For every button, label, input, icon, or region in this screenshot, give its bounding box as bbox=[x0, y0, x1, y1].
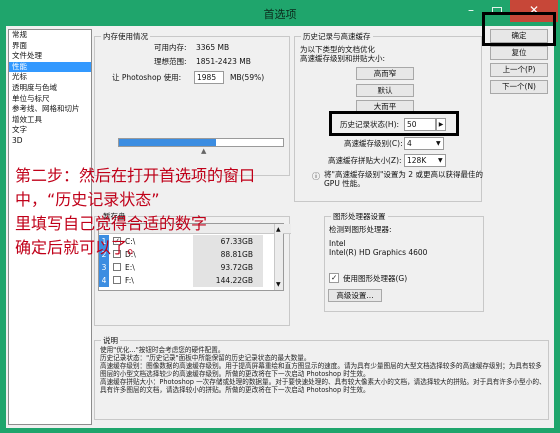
instruction-line-4: 确定后就可以了。 bbox=[15, 238, 144, 257]
row-number: 4 bbox=[99, 274, 109, 287]
available-memory-label: 可用内存: bbox=[154, 43, 187, 52]
history-cache-legend: 历史记录与高速缓存 bbox=[301, 32, 373, 41]
memory-slider[interactable] bbox=[118, 138, 284, 147]
instruction-line-2: 中，“历史记录状态” bbox=[15, 190, 160, 209]
description-legend: 说明 bbox=[101, 336, 120, 345]
ok-button[interactable]: 确定 bbox=[490, 29, 548, 43]
category-item-file-handling[interactable]: 文件处理 bbox=[9, 51, 91, 62]
history-states-highlight bbox=[329, 111, 459, 136]
memory-usage-unit: MB(59%) bbox=[230, 73, 265, 82]
scratch-table-scrollbar[interactable]: ▲ ▼ bbox=[274, 224, 283, 290]
row-number: 3 bbox=[99, 261, 109, 274]
ideal-range-value: 1851-2423 MB bbox=[196, 57, 251, 66]
scroll-down-icon[interactable]: ▼ bbox=[276, 280, 281, 289]
slider-thumb-icon[interactable]: ▲ bbox=[201, 147, 206, 155]
description-text: 使用"优化..."按钮时会考虑您的硬件配置。 历史记录状态："历史记录"面板中所… bbox=[100, 346, 546, 394]
category-item-units[interactable]: 单位与标尺 bbox=[9, 94, 91, 105]
advanced-settings-button[interactable]: 高级设置... bbox=[328, 289, 382, 302]
instruction-line-1: 第二步：然后在打开首选项的窗口 bbox=[15, 166, 256, 185]
memory-slider-fill bbox=[119, 139, 216, 146]
minimize-button[interactable]: – bbox=[458, 0, 484, 22]
drive-name: F:\ bbox=[125, 276, 134, 285]
optimize-line-1: 为以下类型的文档优化 bbox=[300, 45, 375, 54]
minimize-icon: – bbox=[468, 3, 474, 17]
gpu-note-line-1: 将"高速缓存级别"设置为 2 或更高以获得最佳的 bbox=[324, 170, 483, 179]
table-row[interactable]: 4 F:\ 144.22GB bbox=[99, 274, 291, 287]
memory-usage-input[interactable]: 1985 bbox=[194, 71, 224, 84]
gpu-vendor: Intel bbox=[329, 239, 346, 248]
scratch-disk-checkbox[interactable] bbox=[113, 276, 121, 284]
scroll-up-icon[interactable]: ▲ bbox=[276, 225, 281, 234]
memory-group: 内存使用情况 bbox=[94, 32, 290, 176]
gpu-detected-label: 检测到图形处理器: bbox=[329, 225, 392, 234]
memory-legend: 内存使用情况 bbox=[101, 32, 150, 41]
gpu-note-line-2: GPU 性能。 bbox=[324, 179, 365, 188]
description-group: 说明 使用"优化..."按钮时会考虑您的硬件配置。 历史记录状态："历史记录"面… bbox=[94, 336, 549, 420]
scratch-disk-checkbox[interactable] bbox=[113, 263, 121, 271]
use-gpu-label[interactable]: 使用图形处理器(G) bbox=[343, 274, 407, 283]
free-space: 144.22GB bbox=[215, 276, 253, 285]
category-item-transparency[interactable]: 透明度与色域 bbox=[9, 83, 91, 94]
category-item-guides[interactable]: 参考线、网格和切片 bbox=[9, 104, 91, 115]
dialog-body: 常规 界面 文件处理 性能 光标 透明度与色域 单位与标尺 参考线、网格和切片 … bbox=[6, 12, 556, 428]
free-space: 67.33GB bbox=[220, 237, 253, 246]
cache-levels-label: 高速缓存级别(C): bbox=[344, 139, 403, 148]
optimize-line-2: 高速缓存级别和拼贴大小: bbox=[300, 54, 386, 63]
category-item-performance[interactable]: 性能 bbox=[9, 61, 91, 73]
title-bar: 首选项 – ✕ bbox=[0, 0, 560, 26]
gpu-model: Intel(R) HD Graphics 4600 bbox=[329, 248, 428, 257]
available-memory-value: 3365 MB bbox=[196, 43, 230, 52]
ideal-range-label: 理想范围: bbox=[154, 57, 187, 66]
let-photoshop-use-label: 让 Photoshop 使用: bbox=[112, 73, 182, 82]
instruction-line-3: 里填写自己觉得合适的数字 bbox=[15, 214, 208, 233]
cache-tile-size-dropdown-icon[interactable]: ▼ bbox=[438, 156, 443, 165]
cache-levels-dropdown-icon[interactable]: ▼ bbox=[436, 139, 441, 148]
reset-button[interactable]: 复位 bbox=[490, 46, 548, 60]
use-gpu-checkbox[interactable]: ✓ bbox=[329, 273, 339, 283]
category-item-plugins[interactable]: 增效工具 bbox=[9, 115, 91, 126]
free-space: 88.81GB bbox=[220, 250, 253, 259]
drive-name: E:\ bbox=[125, 263, 135, 272]
preset-tall-thin-button[interactable]: 高而窄 bbox=[356, 67, 414, 80]
gpu-settings-legend: 图形处理器设置 bbox=[331, 212, 388, 221]
preset-default-button[interactable]: 默认 bbox=[356, 84, 414, 97]
category-item-3d[interactable]: 3D bbox=[9, 136, 91, 147]
cache-tile-size-label: 高速缓存拼贴大小(Z): bbox=[328, 156, 402, 165]
category-item-general[interactable]: 常规 bbox=[9, 30, 91, 41]
table-row[interactable]: 3 E:\ 93.72GB bbox=[99, 261, 291, 274]
category-item-interface[interactable]: 界面 bbox=[9, 41, 91, 52]
free-space: 93.72GB bbox=[220, 263, 253, 272]
next-button[interactable]: 下一个(N) bbox=[490, 80, 548, 94]
info-icon: ⓘ bbox=[312, 172, 320, 181]
category-item-cursors[interactable]: 光标 bbox=[9, 72, 91, 83]
category-item-type[interactable]: 文字 bbox=[9, 125, 91, 136]
previous-button[interactable]: 上一个(P) bbox=[490, 63, 548, 77]
